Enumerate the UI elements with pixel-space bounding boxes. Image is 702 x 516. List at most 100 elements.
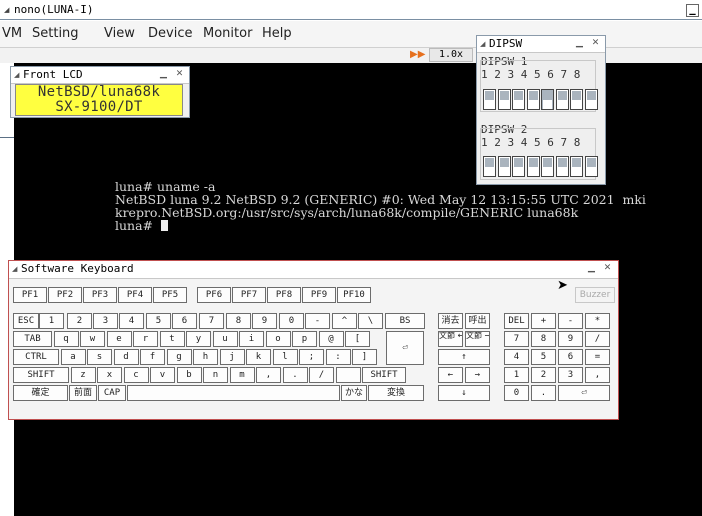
close-icon[interactable]: ✕ [601,262,614,275]
numpad-3[interactable]: 3 [558,367,583,383]
key-w[interactable]: w [80,331,105,347]
key-backspace[interactable]: BS [385,313,425,329]
key-pf3[interactable]: PF3 [83,287,117,303]
dip-switch-2-3[interactable] [512,156,525,177]
key-pf2[interactable]: PF2 [48,287,82,303]
key-kana[interactable]: かな [341,385,367,401]
key-g[interactable]: g [166,349,192,365]
key-enter[interactable]: ⏎ [386,331,424,365]
key-pf6[interactable]: PF6 [197,287,231,303]
key-h[interactable]: h [193,349,218,365]
key-a[interactable]: a [60,349,86,365]
key-4[interactable]: 4 [119,313,144,329]
menu-monitor[interactable]: Monitor [203,26,252,41]
front-lcd-titlebar[interactable]: ◢ Front LCD ▁ ✕ [11,67,189,84]
window-menu-icon[interactable]: ◢ [12,265,17,273]
dip-switch-1-4[interactable] [526,89,540,110]
key-arrow-up[interactable]: ↑ [438,349,490,365]
key-bunsetsu-left[interactable]: 文節 ← [438,331,463,347]
key-0[interactable]: 0 [279,313,304,329]
numpad-8[interactable]: 8 [531,331,556,347]
key-at[interactable]: @ [318,331,344,347]
numpad-5[interactable]: 5 [531,349,556,365]
key-pf8[interactable]: PF8 [267,287,301,303]
key-esc[interactable]: ESC [13,313,39,329]
key-yobidashi[interactable]: 呼出 [465,313,490,329]
key-6[interactable]: 6 [172,313,197,329]
key-v[interactable]: v [150,367,175,383]
minimize-icon[interactable]: ▁ [573,37,586,50]
key-comma[interactable]: , [256,367,281,383]
key-pf5[interactable]: PF5 [153,287,187,303]
numpad-enter[interactable]: ⏎ [558,385,610,401]
key-underscore[interactable] [335,367,361,383]
numpad-equals[interactable]: = [585,349,610,365]
key-bracket-right[interactable]: ] [352,349,377,365]
key-t[interactable]: t [159,331,185,347]
key-shift-right[interactable]: SHIFT [362,367,406,383]
dip-switch-1-7[interactable] [570,89,583,110]
key-tab[interactable]: TAB [13,331,52,347]
numpad-6[interactable]: 6 [558,349,583,365]
key-bunsetsu-right[interactable]: 文節 → [465,331,490,347]
key-f[interactable]: f [140,349,165,365]
key-henkan[interactable]: 変換 [368,385,424,401]
dip-switch-1-2[interactable] [497,89,511,110]
key-9[interactable]: 9 [252,313,277,329]
key-o[interactable]: o [265,331,291,347]
key-u[interactable]: u [212,331,238,347]
menu-setting[interactable]: Setting [32,26,79,41]
key-shift-left[interactable]: SHIFT [13,367,69,383]
key-n[interactable]: n [203,367,228,383]
dip-switch-2-4[interactable] [526,156,540,177]
numpad-divide[interactable]: / [585,331,610,347]
software-keyboard-window[interactable]: ◢ Software Keyboard ▁ ✕ ➤ Buzzer PF1 PF2 P… [8,260,619,420]
key-cap[interactable]: CAP [98,385,126,401]
key-1[interactable]: 1 [39,313,64,329]
dip-switch-1-6[interactable] [555,89,569,110]
numpad-9[interactable]: 9 [558,331,583,347]
dip-switch-1-1[interactable] [483,89,496,110]
key-e[interactable]: e [106,331,132,347]
key-pf9[interactable]: PF9 [302,287,336,303]
key-slash[interactable]: / [309,367,334,383]
key-l[interactable]: l [272,349,298,365]
key-3[interactable]: 3 [93,313,118,329]
key-y[interactable]: y [186,331,211,347]
numpad-7[interactable]: 7 [504,331,529,347]
dip-switch-1-8[interactable] [584,89,598,110]
speed-indicator[interactable]: 1.0x [429,48,473,62]
minimize-icon[interactable]: ▁ [585,262,598,275]
numpad-multiply[interactable]: * [585,313,610,329]
numpad-comma[interactable]: , [585,367,610,383]
minimize-icon[interactable]: ▁ [686,4,699,17]
dip-switch-2-5[interactable] [541,156,554,177]
close-icon[interactable]: ✕ [173,68,186,81]
numpad-plus[interactable]: + [531,313,556,329]
key-space[interactable] [127,385,340,401]
dipsw-window[interactable]: ◢ DIPSW ▁ ✕ DIPSW 1 1 2 3 4 5 6 7 8 DIPS… [476,35,606,185]
key-q[interactable]: q [53,331,79,347]
numpad-2[interactable]: 2 [531,367,556,383]
dipsw-titlebar[interactable]: ◢ DIPSW ▁ ✕ [477,36,605,53]
key-arrow-down[interactable]: ↓ [438,385,490,401]
numpad-decimal[interactable]: . [531,385,556,401]
menu-help[interactable]: Help [262,26,292,41]
key-s[interactable]: s [87,349,112,365]
main-window-titlebar[interactable]: ◢ nono(LUNA-I) ▁ [0,0,702,20]
buzzer-button[interactable]: Buzzer [575,287,615,303]
key-z[interactable]: z [70,367,96,383]
key-period[interactable]: . [282,367,308,383]
key-minus[interactable]: - [305,313,330,329]
key-c[interactable]: c [123,367,149,383]
menu-view[interactable]: View [104,26,135,41]
numpad-minus[interactable]: - [558,313,583,329]
numpad-4[interactable]: 4 [504,349,529,365]
dip-switch-1-5[interactable] [541,89,554,110]
key-backslash[interactable]: \ [358,313,383,329]
dip-switch-2-1[interactable] [483,156,496,177]
key-kakutei[interactable]: 確定 [13,385,68,401]
key-2[interactable]: 2 [67,313,92,329]
numpad-0[interactable]: 0 [504,385,529,401]
dip-switch-2-8[interactable] [584,156,598,177]
